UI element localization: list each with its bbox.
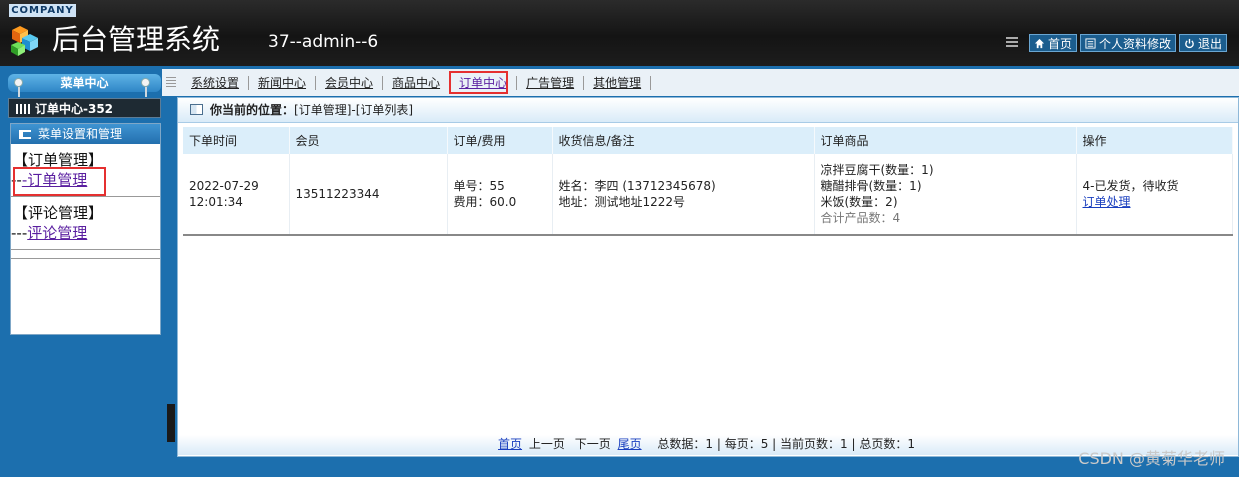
current-center: 订单中心-352 bbox=[8, 98, 161, 118]
profile-icon bbox=[1085, 37, 1096, 49]
order-time-cell: 2022-07-29 12:01:34 bbox=[183, 154, 290, 236]
order-time: 12:01:34 bbox=[189, 195, 243, 209]
next-page-link[interactable]: 下一页 bbox=[575, 437, 611, 451]
member-cell: 13511223344 bbox=[289, 154, 448, 236]
receiver-cell: 姓名：李四 (13712345678) 地址：测试地址1222号 bbox=[552, 154, 815, 236]
power-icon bbox=[1185, 38, 1194, 48]
sidebar-highlight-box bbox=[13, 167, 106, 196]
nav-item-other[interactable]: 其他管理 bbox=[584, 75, 652, 90]
menu-box-title: 菜单设置和管理 bbox=[38, 127, 123, 141]
order-item: 凉拌豆腐干(数量：1) bbox=[820, 163, 934, 177]
menu-box: 菜单设置和管理 【订单管理】 ---订单管理 【评论管理】 ---评论管理 bbox=[10, 123, 161, 335]
col-header: 订单/费用 bbox=[447, 127, 553, 154]
order-status: 4-已发货，待收货 bbox=[1082, 179, 1179, 193]
cubes-logo-icon bbox=[11, 26, 38, 56]
last-page-link[interactable]: 尾页 bbox=[618, 437, 642, 451]
home-button[interactable]: 首页 bbox=[1028, 34, 1077, 52]
sidebar-item-comment: ---评论管理 bbox=[11, 223, 160, 243]
home-icon bbox=[1034, 38, 1045, 48]
book-icon bbox=[19, 130, 31, 139]
col-header: 操作 bbox=[1076, 127, 1233, 154]
order-fee: 费用：60.0 bbox=[453, 195, 517, 209]
first-page-link[interactable]: 首页 bbox=[498, 437, 522, 451]
item-prefix: --- bbox=[11, 224, 28, 242]
nav-item-member[interactable]: 会员中心 bbox=[316, 75, 384, 90]
divider bbox=[11, 249, 160, 250]
order-fee-cell: 单号：55 费用：60.0 bbox=[447, 154, 553, 236]
breadcrumb: 你当前的位置：[订单管理]-[订单列表] bbox=[178, 98, 1238, 123]
breadcrumb-label: 你当前的位置： bbox=[210, 103, 295, 117]
divider bbox=[11, 258, 160, 259]
receiver-name: 姓名：李四 (13712345678) bbox=[558, 179, 716, 193]
profile-edit-label: 个人资料修改 bbox=[1098, 36, 1171, 51]
grip-icon bbox=[1005, 37, 1018, 49]
order-item: 米饭(数量：2) bbox=[820, 195, 898, 209]
home-label: 首页 bbox=[1047, 36, 1072, 51]
col-header: 会员 bbox=[289, 127, 448, 154]
nav-item-system[interactable]: 系统设置 bbox=[182, 75, 250, 90]
logout-button[interactable]: 退出 bbox=[1178, 34, 1227, 52]
window-icon bbox=[190, 104, 203, 115]
nav-highlight-box bbox=[449, 71, 508, 94]
nav-item-ads[interactable]: 广告管理 bbox=[517, 75, 585, 90]
table-header-row: 下单时间 会员 订单/费用 收货信息/备注 订单商品 操作 bbox=[183, 127, 1233, 154]
table-row: 2022-07-29 12:01:34 13511223344 单号：55 费用… bbox=[183, 154, 1233, 236]
process-order-link[interactable]: 订单处理 bbox=[1083, 195, 1131, 209]
watermark-text: CSDN @黄菊华老师 bbox=[1078, 449, 1225, 468]
current-user: 37--admin--6 bbox=[268, 32, 379, 52]
divider bbox=[11, 196, 160, 197]
pin-icon bbox=[14, 78, 23, 97]
col-header: 下单时间 bbox=[183, 127, 290, 154]
order-items-cell: 凉拌豆腐干(数量：1) 糖醋排骨(数量：1) 米饭(数量：2) 合计产品数：4 bbox=[814, 154, 1077, 236]
profile-edit-button[interactable]: 个人资料修改 bbox=[1079, 34, 1176, 52]
nav-item-news[interactable]: 新闻中心 bbox=[249, 75, 317, 90]
header-links: 首页 个人资料修改 退出 bbox=[1005, 34, 1227, 52]
col-header: 订单商品 bbox=[814, 127, 1077, 154]
sidebar-collapse-handle[interactable] bbox=[167, 404, 175, 442]
grip-icon bbox=[166, 76, 176, 89]
order-item: 糖醋排骨(数量：1) bbox=[820, 179, 922, 193]
order-number: 单号：55 bbox=[453, 179, 505, 193]
menu-box-header: 菜单设置和管理 bbox=[11, 124, 160, 144]
menu-center-title: 菜单中心 bbox=[8, 74, 161, 92]
pin-icon bbox=[141, 78, 150, 97]
col-header: 收货信息/备注 bbox=[552, 127, 815, 154]
bars-icon bbox=[16, 104, 30, 114]
comment-manage-link[interactable]: 评论管理 bbox=[27, 224, 87, 242]
top-nav: 系统设置 新闻中心 会员中心 商品中心 订单中心 广告管理 其他管理 bbox=[162, 69, 1239, 96]
logout-label: 退出 bbox=[1197, 36, 1222, 51]
main-content: 你当前的位置：[订单管理]-[订单列表] 下单时间 会员 订单/费用 收货信息/… bbox=[177, 97, 1239, 457]
current-center-label: 订单中心-352 bbox=[35, 102, 114, 116]
left-sidebar: 菜单中心 订单中心-352 菜单设置和管理 【订单管理】 ---订单管理 【评论… bbox=[0, 66, 170, 477]
top-header: COMPANY 后台管理系统 37--admin--6 首页 个人资料修改 退出 bbox=[0, 0, 1239, 66]
receiver-address: 地址：测试地址1222号 bbox=[558, 195, 686, 209]
action-cell: 4-已发货，待收货 订单处理 bbox=[1076, 154, 1233, 236]
group-title-comment: 【评论管理】 bbox=[13, 204, 104, 222]
order-date: 2022-07-29 bbox=[189, 179, 259, 193]
prev-page-link[interactable]: 上一页 bbox=[529, 437, 565, 451]
items-total: 合计产品数：4 bbox=[820, 211, 901, 225]
company-badge: COMPANY bbox=[9, 4, 76, 17]
system-title: 后台管理系统 bbox=[52, 23, 221, 56]
nav-item-goods[interactable]: 商品中心 bbox=[383, 75, 451, 90]
breadcrumb-path: [订单管理]-[订单列表] bbox=[294, 103, 414, 117]
orders-table: 下单时间 会员 订单/费用 收货信息/备注 订单商品 操作 2022-07-29… bbox=[183, 127, 1233, 236]
pager-summary: 总数据：1 | 每页：5 | 当前页数：1 | 总页数：1 bbox=[657, 437, 915, 451]
